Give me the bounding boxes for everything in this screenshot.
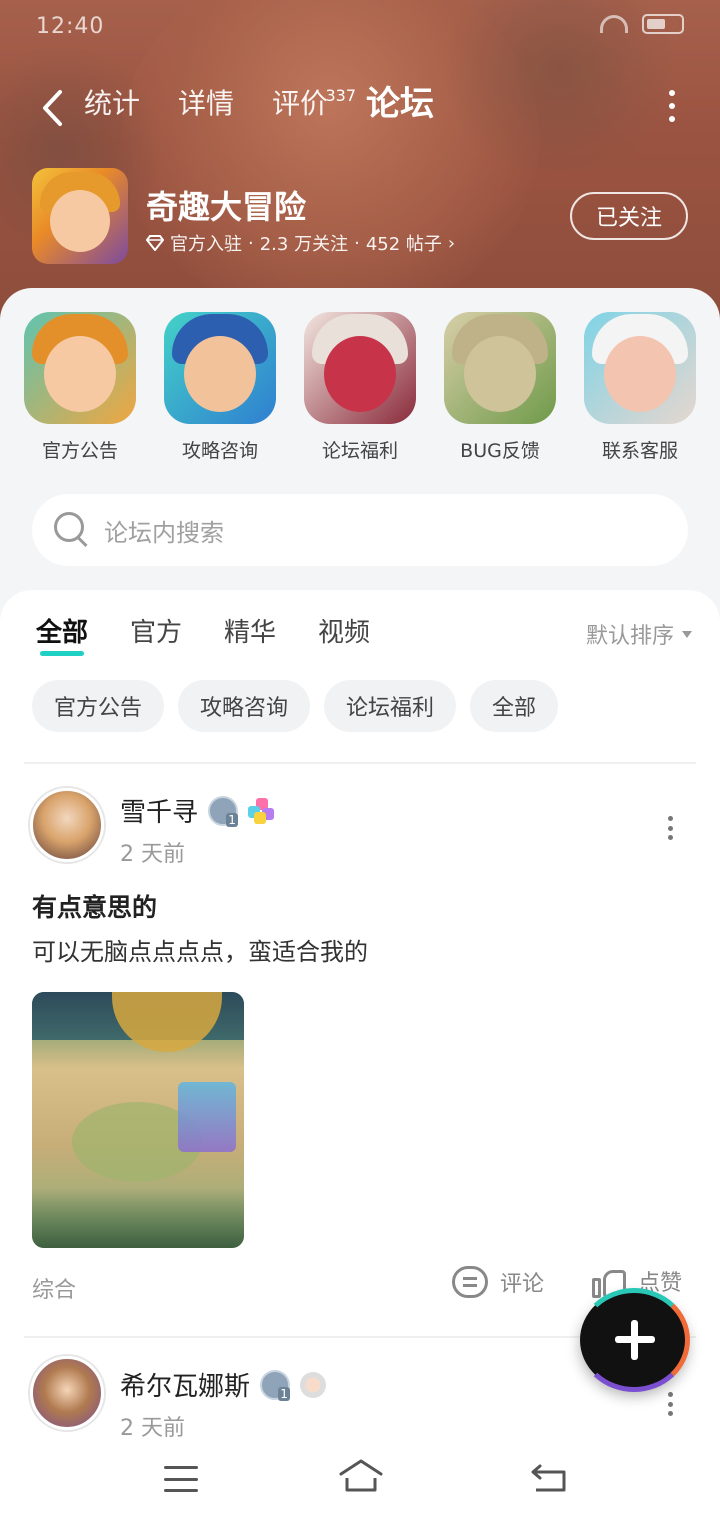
quick-link-label: BUG反馈 [460, 440, 540, 462]
quick-link-announcement[interactable]: 官方公告 [24, 312, 136, 463]
post-author[interactable]: 希尔瓦娜斯 [120, 1366, 327, 1403]
post-author[interactable]: 雪千寻 [120, 792, 275, 829]
quick-link-label: 联系客服 [601, 440, 678, 462]
tab-forum[interactable]: 论坛 [366, 84, 435, 126]
back-arrow-icon[interactable] [40, 88, 66, 128]
post-time: 2 天前 [120, 1416, 185, 1441]
status-icons [600, 14, 684, 34]
post-card[interactable]: 雪千寻 2 天前 有点意思的 可以无脑点点点点，蛮适合我的 [0, 780, 720, 1520]
quick-link-label: 论坛福利 [321, 440, 398, 462]
post-image[interactable] [32, 992, 244, 1248]
post-time: 2 天前 [120, 842, 185, 867]
level-badge-icon [208, 795, 239, 827]
home-icon[interactable] [338, 1458, 384, 1494]
level-badge-icon [260, 1369, 291, 1401]
meta-separator: · [248, 232, 254, 254]
filter-chips: 官方公告 攻略咨询 论坛福利 全部 [32, 680, 559, 732]
tab-reviews[interactable]: 评价 337 [272, 84, 356, 124]
game-info: 奇趣大冒险 官方入驻 · 2.3 万关注 · 452 帖子 › 已关注 [32, 168, 692, 264]
quick-link-guide[interactable]: 攻略咨询 [164, 312, 276, 463]
username: 希尔瓦娜斯 [120, 1372, 251, 1402]
search-icon [54, 512, 90, 548]
comment-label: 评论 [500, 1272, 545, 1297]
bug-feedback-icon [444, 312, 556, 424]
avatar[interactable] [30, 1356, 104, 1430]
search-placeholder: 论坛内搜索 [104, 518, 224, 547]
post-title: 有点意思的 [32, 893, 158, 922]
plus-icon-part [631, 1320, 638, 1360]
game-header: 12:40 统计 详情 评价 337 论坛 奇趣大冒险 官方入驻 · 2.3 万… [0, 0, 720, 320]
welfare-icon [304, 312, 416, 424]
search-input[interactable]: 论坛内搜索 [32, 494, 688, 566]
username: 雪千寻 [120, 798, 199, 828]
quick-link-bug[interactable]: BUG反馈 [444, 312, 556, 463]
chip-guide[interactable]: 攻略咨询 [178, 680, 311, 732]
post-category[interactable]: 综合 [32, 1272, 76, 1304]
tab-stats[interactable]: 统计 [84, 84, 140, 124]
official-announcement-icon [24, 312, 136, 424]
more-options-icon[interactable] [668, 1392, 674, 1416]
post-image-part [32, 1188, 244, 1248]
game-name: 奇趣大冒险 [146, 188, 307, 226]
chip-all[interactable]: 全部 [470, 680, 559, 732]
wifi-icon [600, 15, 628, 33]
game-icon[interactable] [32, 168, 128, 264]
avatar-badge-icon [300, 1371, 327, 1398]
sort-label: 默认排序 [585, 624, 674, 649]
follow-button[interactable]: 已关注 [570, 192, 688, 240]
back-icon[interactable] [530, 1462, 568, 1494]
chip-welfare[interactable]: 论坛福利 [324, 680, 457, 732]
tab-reviews-label: 评价 [272, 87, 329, 120]
quick-link-service[interactable]: 联系客服 [584, 312, 696, 463]
post-body: 可以无脑点点点点，蛮适合我的 [32, 938, 368, 966]
guide-icon [164, 312, 276, 424]
top-nav: 统计 详情 评价 337 论坛 [0, 80, 720, 136]
top-tabs: 统计 详情 评价 337 论坛 [84, 84, 435, 126]
quick-link-welfare[interactable]: 论坛福利 [304, 312, 416, 463]
game-icon-art [50, 190, 110, 252]
avatar[interactable] [30, 788, 104, 862]
tab-details[interactable]: 详情 [178, 84, 234, 124]
diamond-icon [146, 235, 164, 251]
more-options-icon[interactable] [668, 816, 674, 840]
review-count-badge: 337 [325, 86, 357, 105]
comment-button[interactable]: 评论 [452, 1266, 544, 1298]
colorful-badge-icon [248, 797, 275, 824]
quick-link-label: 官方公告 [41, 440, 118, 462]
menu-icon[interactable] [164, 1466, 198, 1492]
game-meta[interactable]: 官方入驻 · 2.3 万关注 · 452 帖子 › [146, 230, 455, 256]
more-options-icon[interactable] [668, 90, 676, 122]
comment-icon [452, 1266, 488, 1298]
create-post-button[interactable] [578, 1288, 690, 1392]
divider [24, 762, 696, 764]
sort-dropdown[interactable]: 默认排序 [586, 618, 692, 650]
quick-link-label: 攻略咨询 [181, 440, 258, 462]
chevron-right-icon: › [447, 232, 456, 254]
post-image-part [112, 992, 222, 1052]
customer-service-icon [584, 312, 696, 424]
feed-tabs: 全部 官方 精华 视频 [36, 614, 370, 656]
header-overlay [0, 0, 720, 320]
caret-down-icon [682, 630, 692, 638]
official-label: 官方入驻 [170, 234, 242, 255]
system-nav-bar [0, 1440, 720, 1520]
battery-icon [642, 14, 684, 34]
feed-tab-official[interactable]: 官方 [130, 614, 182, 652]
chip-announcement[interactable]: 官方公告 [32, 680, 165, 732]
post-count: 452 帖子 [365, 234, 442, 255]
post-image-part [178, 1082, 236, 1152]
feed-tab-featured[interactable]: 精华 [224, 614, 276, 652]
quick-links: 官方公告 攻略咨询 论坛福利 BUG反馈 联系客服 [24, 312, 720, 463]
follower-count: 2.3 万关注 [259, 234, 349, 255]
feed-tab-all[interactable]: 全部 [36, 614, 88, 656]
feed-tab-video[interactable]: 视频 [318, 614, 370, 652]
meta-separator: · [354, 232, 360, 254]
status-time: 12:40 [36, 14, 105, 39]
